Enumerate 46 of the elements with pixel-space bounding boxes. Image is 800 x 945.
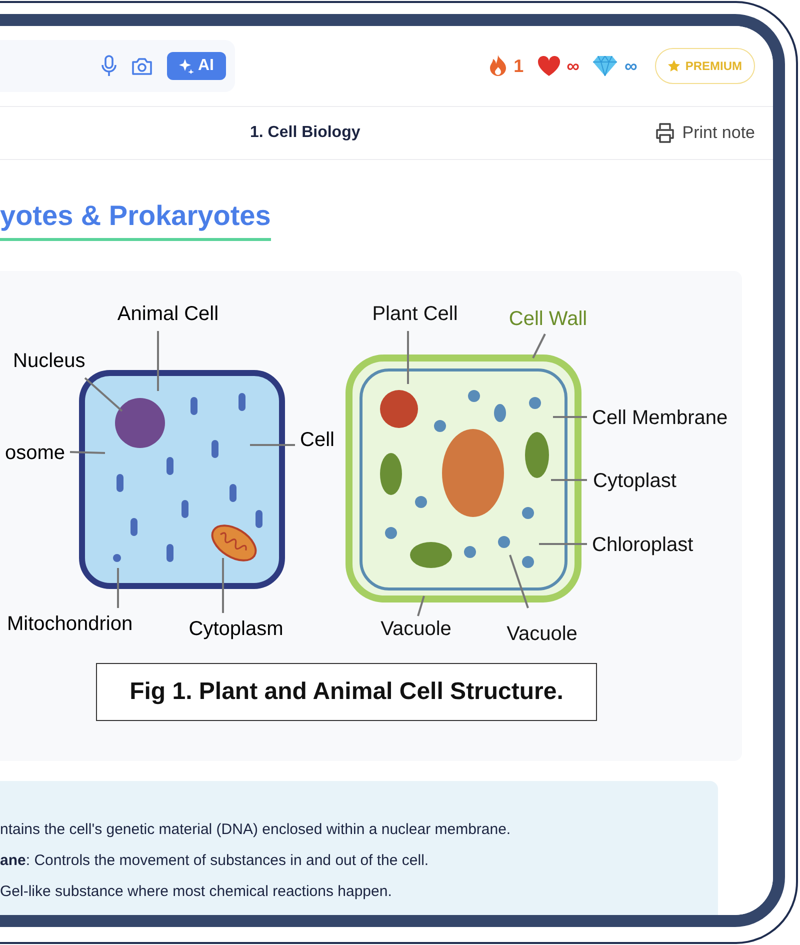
diagram-label: Cytoplasm [188,618,284,640]
leader-line [157,331,159,391]
note-text: Gel-like substance where most chemical reactions happen. [0,883,393,900]
diagram-label: Cell Membrane [592,407,728,429]
diagram-label: Animal Cell [117,303,219,325]
leader-line [553,416,587,418]
star-icon [668,60,680,72]
stat-value: ∞ [624,56,638,76]
leader-line [407,331,409,384]
stat-value: 1 [514,56,524,76]
diagram-label: Cytoplast [593,470,676,492]
leader-line [70,451,106,454]
ai-button[interactable]: AI [167,52,226,80]
leader-line [84,377,123,412]
printer-icon [655,123,676,143]
leader-line [551,479,587,481]
diagram-label: Plant Cell [372,303,458,325]
leader-line [117,568,119,608]
camera-icon[interactable] [131,56,153,76]
diamond-icon [593,56,618,76]
section-heading: yotes & Prokaryotes [0,200,271,241]
diagram-label: Cell [300,429,334,451]
figure-caption: Fig 1. Plant and Animal Cell Structure. [96,663,597,721]
heart-icon [538,56,560,76]
microphone-icon[interactable] [101,55,117,77]
diagram-label: Mitochondrion [7,613,133,635]
leader-line [250,444,295,446]
note-text: ntains the cell's genetic material (DNA) enclosed within a nuclear membrane. [0,821,512,838]
diagram-label: Cell Wall [508,308,588,330]
print-note-button[interactable]: Print note [655,123,755,143]
stat-value: ∞ [566,56,580,76]
leader-line [532,334,546,358]
sparkle-icon [179,58,194,74]
leader-line [509,554,529,608]
lesson-title: 1. Cell Biology [250,124,360,142]
diagram-label: Chloroplast [592,534,694,556]
diagram-label: Nucleus [13,350,86,372]
leader-line [222,558,224,613]
diagram-label: Vacuole [380,618,452,640]
flame-icon [488,55,507,77]
leader-line [539,543,587,545]
search-bar[interactable]: AI [0,40,235,92]
diagram-label: Vacuole [506,623,578,645]
diagram-label: osome [4,442,65,464]
note-text: ane: Controls the movement of substances in and out of the cell. [0,852,430,869]
leader-line [417,596,425,616]
